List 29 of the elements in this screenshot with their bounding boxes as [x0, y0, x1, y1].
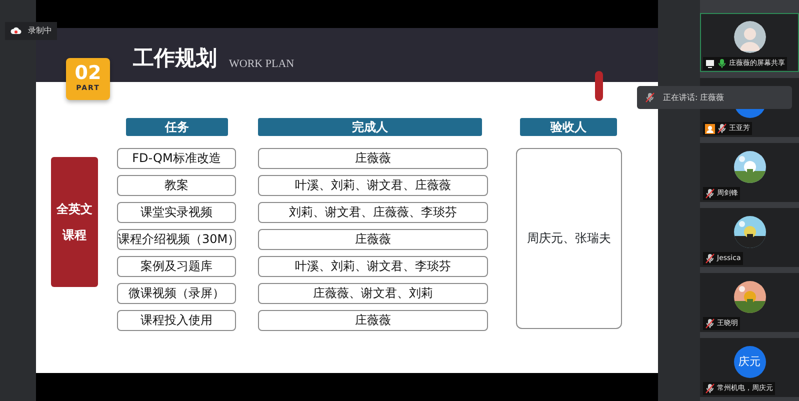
verifier-cell: 周庆元、张瑞夫 [516, 148, 622, 329]
avatar-icon [734, 21, 766, 53]
avatar-circle: 庆元 [734, 346, 766, 378]
muted-mic-icon [645, 92, 655, 103]
task-cell: 微课视频（录屏） [117, 282, 236, 304]
part-number: 02 [74, 63, 102, 84]
column-header: 验收人 [520, 118, 617, 136]
speaking-text: 正在讲话: 庄薇薇 [663, 92, 724, 104]
owner-cell: 叶溪、刘莉、谢文君、李琰芬 [258, 256, 488, 278]
task-cell: 课程投入使用 [117, 310, 236, 332]
column-header: 任务 [126, 118, 228, 136]
owner-cell: 刘莉、谢文君、庄薇薇、李琰芬 [258, 202, 488, 224]
column-header: 完成人 [258, 118, 482, 136]
task-cell: 课堂实录视频 [117, 202, 236, 224]
accent-bar [595, 71, 603, 102]
owner-cell: 庄薇薇 [258, 148, 488, 170]
slide-title: 工作规划 [133, 46, 217, 70]
recording-label: 录制中 [28, 25, 52, 37]
owner-cell: 庄薇薇、谢文君、刘莉 [258, 282, 488, 304]
task-cell: 课程介绍视频（30M） [117, 228, 236, 250]
owner-cell: 叶溪、刘莉、谢文君、庄薇薇 [258, 174, 488, 196]
category-label: 全英文课程 [51, 157, 98, 288]
owner-cell: 庄薇薇 [258, 310, 488, 332]
cloud-icon [10, 26, 22, 36]
task-cell: 教案 [117, 174, 236, 196]
owner-cell: 庄薇薇 [258, 228, 488, 250]
task-cell: FD-QM标准改造 [117, 148, 236, 170]
task-cell: 案例及习题库 [117, 256, 236, 278]
slide-subtitle: WORK PLAN [229, 56, 294, 72]
